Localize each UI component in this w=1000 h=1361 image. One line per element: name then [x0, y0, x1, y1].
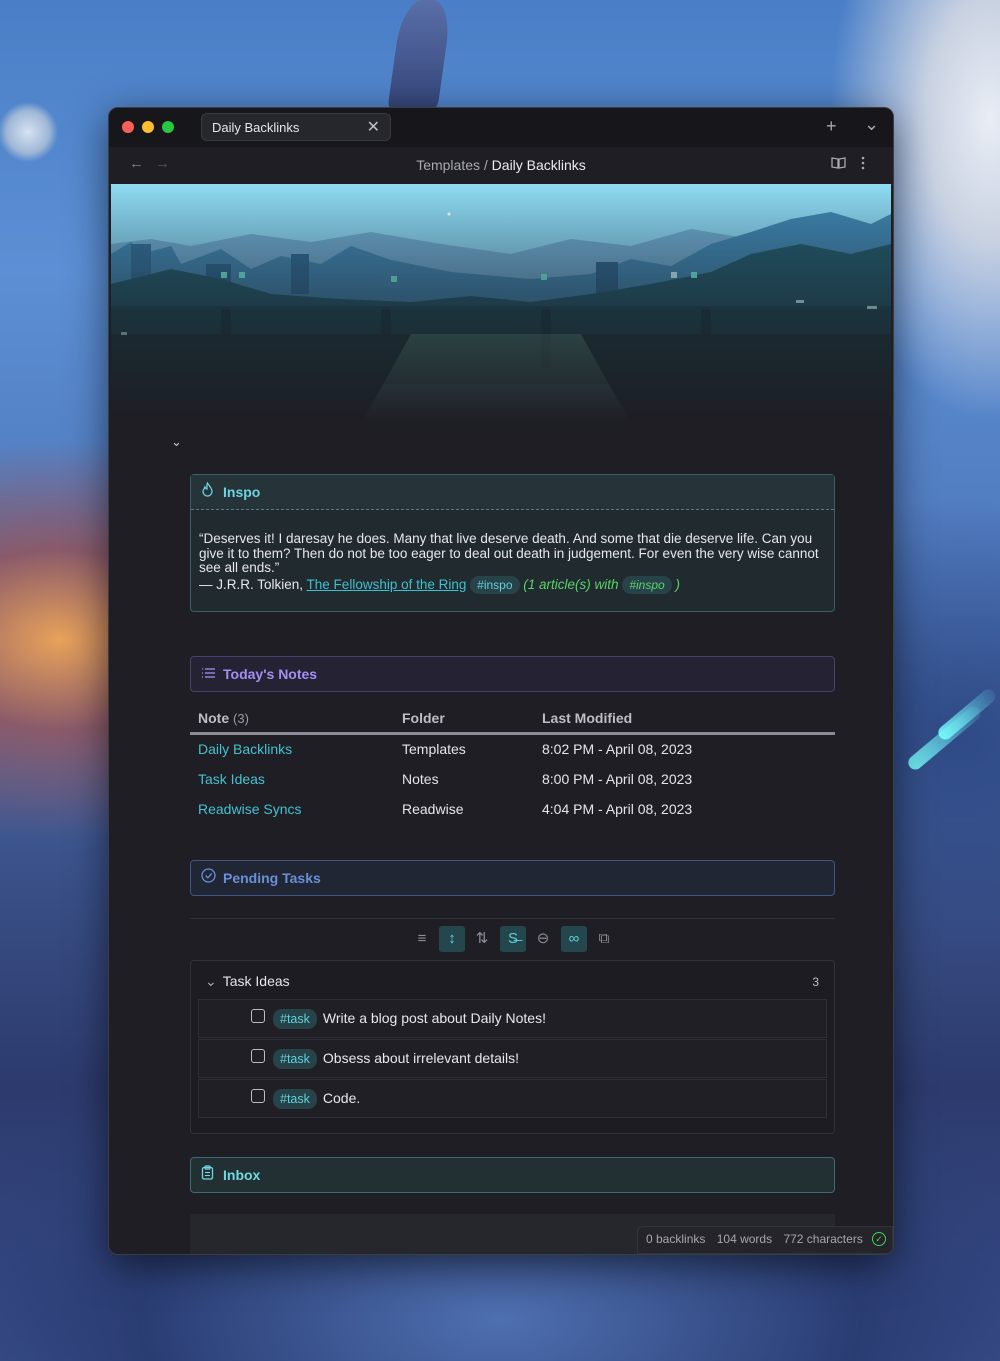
task-checkbox[interactable] — [251, 1009, 265, 1023]
background-spire — [387, 0, 453, 110]
reading-view-icon[interactable] — [831, 156, 846, 172]
article-count-close: ) — [675, 576, 680, 592]
article-count-tag[interactable]: #inspo — [622, 575, 672, 594]
modified-cell: 4:04 PM - April 08, 2023 — [542, 801, 693, 817]
strikethrough-icon[interactable]: S̶ — [500, 926, 526, 952]
backlinks-count[interactable]: 0 backlinks — [646, 1232, 705, 1246]
note-link[interactable]: Daily Backlinks — [190, 734, 394, 766]
task-item: #task Obsess about irrelevant details! — [198, 1039, 827, 1078]
task-checkbox[interactable] — [251, 1089, 265, 1103]
divider — [190, 918, 835, 919]
task-text[interactable]: Code. — [323, 1090, 360, 1106]
book-link[interactable]: The Fellowship of the Ring — [307, 577, 467, 592]
app-window: Daily Backlinks ✕ + ⌄ ← → Templates / Da… — [108, 107, 894, 1255]
flame-icon — [201, 475, 219, 509]
quote-text: “Deserves it! I daresay he does. Many th… — [191, 510, 834, 594]
inbox-title: Inbox — [223, 1167, 261, 1183]
task-group-header[interactable]: ⌄ Task Ideas — [205, 973, 290, 990]
check-circle-icon — [201, 861, 219, 895]
glasses-icon[interactable]: ∞ — [561, 926, 587, 952]
list-view-icon[interactable]: ≡ — [409, 926, 435, 952]
todays-notes-header[interactable]: Today's Notes — [191, 657, 834, 691]
quote-attribution: — J.R.R. Tolkien, — [199, 576, 307, 592]
tab-title: Daily Backlinks — [212, 120, 300, 135]
pending-tasks-header[interactable]: Pending Tasks — [191, 861, 834, 895]
character-count: 772 characters — [783, 1232, 863, 1246]
task-group-count: 3 — [812, 975, 819, 989]
task-item: #task Code. — [198, 1079, 827, 1118]
table-header-row: Note (3) Folder Last Modified — [190, 704, 835, 735]
column-note[interactable]: Note (3) — [190, 704, 394, 735]
folder-cell: Notes — [402, 771, 439, 787]
inbox-callout: Inbox — [190, 1157, 835, 1193]
table-row: Task Ideas Notes 8:00 PM - April 08, 202… — [190, 765, 835, 795]
breadcrumb-parent[interactable]: Templates — [416, 157, 480, 173]
todays-notes-title: Today's Notes — [223, 666, 318, 682]
note-link[interactable]: Task Ideas — [190, 765, 394, 795]
new-tab-icon[interactable]: + — [826, 116, 837, 137]
pending-tasks-title: Pending Tasks — [223, 870, 321, 886]
sync-status-icon[interactable]: ✓ — [872, 1232, 886, 1246]
folder-cell: Readwise — [402, 801, 464, 817]
column-note-label: Note — [198, 710, 230, 726]
zoom-window-button[interactable] — [162, 121, 174, 133]
expand-collapse-icon[interactable]: ↕ — [439, 926, 465, 952]
task-item: #task Write a blog post about Daily Notes… — [198, 999, 827, 1038]
modified-cell: 8:00 PM - April 08, 2023 — [542, 771, 693, 787]
task-tag[interactable]: #task — [273, 1009, 317, 1029]
todays-notes-callout: Today's Notes — [190, 656, 835, 692]
sort-icon[interactable]: ⇅ — [469, 926, 495, 952]
table-row: Readwise Syncs Readwise 4:04 PM - April … — [190, 795, 835, 825]
inspo-callout-header[interactable]: Inspo — [191, 475, 834, 510]
task-tag[interactable]: #task — [273, 1049, 317, 1069]
list-icon — [201, 657, 219, 691]
chevron-down-icon: ⌄ — [205, 973, 217, 989]
breadcrumb: Templates / Daily Backlinks — [109, 157, 893, 173]
minimize-window-button[interactable] — [142, 121, 154, 133]
note-content: ⌄ Inspo “Deserves it! I daresay he does.… — [109, 424, 893, 1254]
navigation-bar: ← → Templates / Daily Backlinks — [109, 147, 893, 185]
task-tag[interactable]: #task — [273, 1089, 317, 1109]
todays-notes-table: Note (3) Folder Last Modified Daily Back… — [190, 704, 835, 825]
close-tab-icon[interactable]: ✕ — [367, 114, 380, 142]
pending-tasks-callout: Pending Tasks — [190, 860, 835, 896]
quote-body: “Deserves it! I daresay he does. Many th… — [199, 531, 819, 575]
status-bar: 0 backlinks 104 words 772 characters ✓ — [637, 1226, 893, 1254]
inbox-header[interactable]: Inbox — [191, 1158, 834, 1192]
clipboard-icon — [201, 1158, 219, 1192]
breadcrumb-current: Daily Backlinks — [491, 157, 586, 173]
note-link[interactable]: Readwise Syncs — [190, 795, 394, 825]
task-checkbox[interactable] — [251, 1049, 265, 1063]
column-folder[interactable]: Folder — [394, 704, 534, 735]
more-options-icon[interactable] — [861, 156, 865, 173]
collapse-chevron-icon[interactable]: ⌄ — [171, 434, 182, 450]
breadcrumb-separator: / — [480, 157, 492, 173]
task-text[interactable]: Obsess about irrelevant details! — [323, 1050, 519, 1066]
title-bar: Daily Backlinks ✕ + ⌄ — [109, 108, 893, 147]
task-group-name: Task Ideas — [222, 973, 290, 989]
task-group: ⌄ Task Ideas 3 #task Write a blog post abo… — [190, 960, 835, 1134]
modified-cell: 8:02 PM - April 08, 2023 — [542, 741, 693, 757]
table-row: Daily Backlinks Templates 8:02 PM - Apri… — [190, 734, 835, 766]
minus-circle-icon[interactable]: ⊖ — [530, 926, 556, 952]
note-count: (3) — [233, 711, 249, 726]
article-count-text: (1 article(s) with — [523, 576, 619, 592]
word-count: 104 words — [716, 1232, 773, 1246]
banner-image — [111, 184, 891, 424]
tab-daily-backlinks[interactable]: Daily Backlinks ✕ — [201, 113, 391, 141]
inspo-tag[interactable]: #inspo — [470, 575, 520, 594]
column-last-modified[interactable]: Last Modified — [534, 704, 835, 735]
close-window-button[interactable] — [122, 121, 134, 133]
folder-cell: Templates — [402, 741, 466, 757]
inspo-title: Inspo — [223, 484, 261, 500]
background-ship — [900, 640, 1000, 800]
tab-list-chevron-icon[interactable]: ⌄ — [864, 114, 879, 135]
task-text[interactable]: Write a blog post about Daily Notes! — [323, 1010, 546, 1026]
copy-icon[interactable]: ⧉ — [591, 926, 617, 952]
inspo-callout: Inspo “Deserves it! I daresay he does. M… — [190, 474, 835, 612]
